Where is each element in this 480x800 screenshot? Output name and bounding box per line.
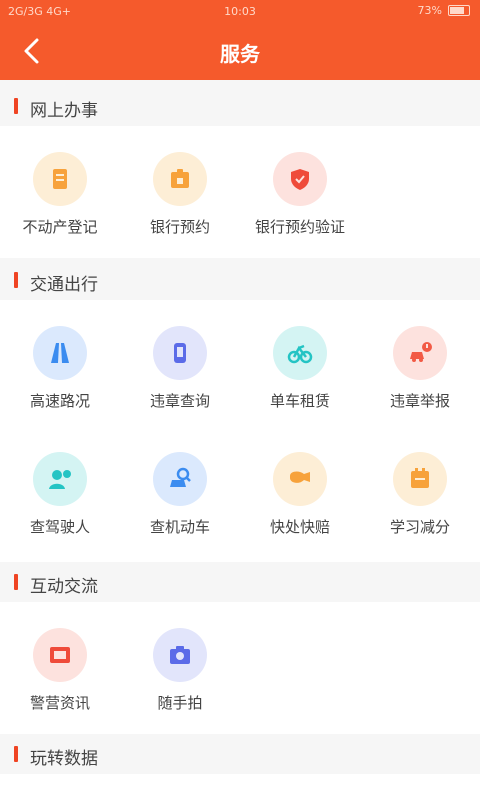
service-label: 银行预约 (149, 218, 210, 236)
bicycle-icon (273, 326, 327, 380)
service-label: 违章查询 (149, 392, 210, 410)
nav-bar: 服务 (0, 24, 480, 80)
section-title: 互动交流 (30, 577, 98, 597)
service-label: 单车租赁 (269, 392, 330, 410)
status-icons: 73% (418, 4, 470, 17)
service-label: 快处快赔 (269, 518, 330, 536)
service-bank-appointment[interactable]: 银行预约 (120, 134, 240, 244)
service-label: 查机动车 (149, 518, 210, 536)
service-label: 查驾驶人 (29, 518, 90, 536)
service-label: 警营资讯 (29, 694, 90, 712)
service-vehicle-query[interactable]: 查机动车 (120, 434, 240, 544)
bank-icon (153, 152, 207, 206)
page-title: 服务 (220, 42, 260, 66)
service-label: 不动产登记 (22, 218, 98, 236)
book-icon (393, 452, 447, 506)
service-label: 银行预约验证 (254, 218, 345, 236)
road-icon (33, 326, 87, 380)
horn-icon (273, 452, 327, 506)
car-search-icon (153, 452, 207, 506)
battery-icon (448, 5, 470, 16)
service-violation-report[interactable]: 违章举报 (360, 308, 480, 418)
section-header-traffic: 交通出行 (0, 260, 480, 300)
document-icon (33, 152, 87, 206)
service-label: 学习减分 (389, 518, 450, 536)
service-violation-query[interactable]: 违章查询 (120, 308, 240, 418)
status-bar: 2G/3G 4G+ 10:03 73% (0, 0, 480, 24)
service-label: 高速路况 (29, 392, 90, 410)
service-bank-appointment-verify[interactable]: 银行预约验证 (240, 134, 360, 244)
service-police-news[interactable]: 警营资讯 (0, 610, 120, 720)
shield-icon (273, 152, 327, 206)
service-study-points[interactable]: 学习减分 (360, 434, 480, 544)
section-title: 网上办事 (30, 101, 98, 121)
service-bike-rental[interactable]: 单车租赁 (240, 308, 360, 418)
section-title: 交通出行 (30, 275, 98, 295)
clock: 10:03 (224, 5, 256, 18)
camera-icon (153, 628, 207, 682)
grid-online-affairs: 不动产登记 银行预约 银行预约验证 (0, 126, 480, 258)
battery-percent: 73% (417, 4, 442, 17)
section-title: 玩转数据 (30, 749, 98, 769)
section-accent-bar (14, 746, 18, 762)
section-accent-bar (14, 272, 18, 288)
section-accent-bar (14, 98, 18, 114)
section-header-data: 玩转数据 (0, 734, 480, 774)
section-header-online-affairs: 网上办事 (0, 86, 480, 126)
driver-icon (33, 452, 87, 506)
car-report-icon (393, 326, 447, 380)
grid-interaction: 警营资讯 随手拍 (0, 602, 480, 734)
phone-icon (153, 326, 207, 380)
section-header-interaction: 互动交流 (0, 562, 480, 602)
service-label: 随手拍 (157, 694, 203, 712)
service-snapshot[interactable]: 随手拍 (120, 610, 240, 720)
service-driver-query[interactable]: 查驾驶人 (0, 434, 120, 544)
service-label: 违章举报 (389, 392, 450, 410)
service-highway-conditions[interactable]: 高速路况 (0, 308, 120, 418)
news-icon (33, 628, 87, 682)
grid-traffic: 高速路况 违章查询 单车租赁 违章举报 查驾驶人 查机动车 快处快赔 学习减分 (0, 300, 480, 564)
grid-data (0, 774, 480, 800)
service-real-estate-registration[interactable]: 不动产登记 (0, 134, 120, 244)
section-accent-bar (14, 574, 18, 590)
service-quick-claims[interactable]: 快处快赔 (240, 434, 360, 544)
